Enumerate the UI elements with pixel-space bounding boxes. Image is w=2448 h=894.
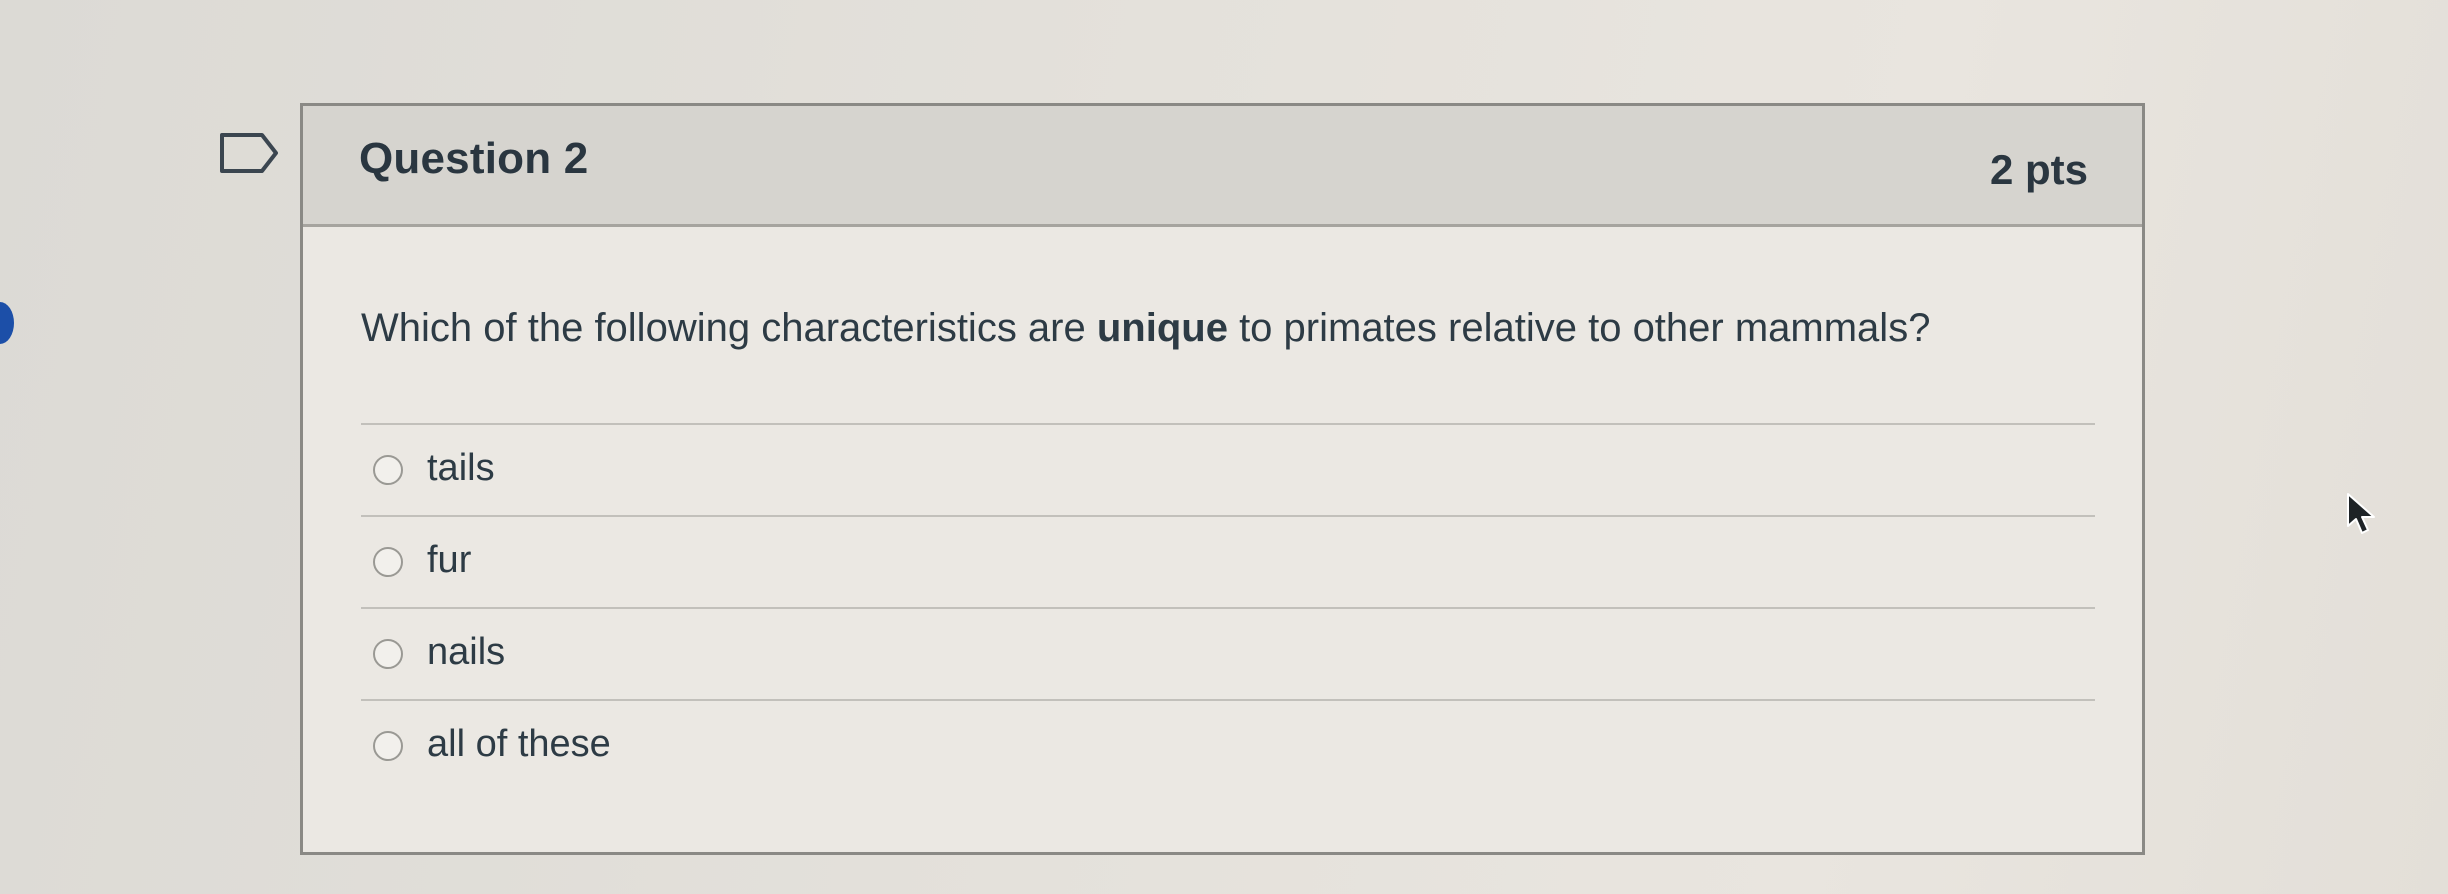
question-points: 2 pts bbox=[1989, 146, 2088, 193]
answer-option[interactable]: tails bbox=[361, 423, 2095, 515]
answer-label: all of these bbox=[427, 723, 611, 765]
radio-button-icon[interactable] bbox=[373, 731, 403, 761]
answer-label: tails bbox=[427, 447, 495, 489]
question-text-emphasis: unique bbox=[1096, 306, 1228, 350]
question-text-start: Which of the following characteristics a… bbox=[361, 306, 1097, 350]
left-edge-indicator bbox=[0, 302, 14, 344]
answer-label: fur bbox=[427, 539, 472, 581]
flag-question-icon[interactable] bbox=[218, 132, 280, 174]
answer-option[interactable]: all of these bbox=[361, 699, 2095, 791]
question-text: Which of the following characteristics a… bbox=[361, 306, 1930, 351]
answer-list: tails fur nails all of these bbox=[361, 423, 2095, 791]
question-card: Question 2 2 pts Which of the following … bbox=[300, 103, 2145, 855]
answer-option[interactable]: fur bbox=[361, 515, 2095, 607]
question-title: Question 2 bbox=[359, 134, 589, 183]
radio-button-icon[interactable] bbox=[373, 639, 403, 669]
answer-option[interactable]: nails bbox=[361, 607, 2095, 699]
mouse-pointer-icon bbox=[2347, 493, 2375, 534]
question-header: Question 2 2 pts bbox=[303, 106, 2142, 227]
radio-button-icon[interactable] bbox=[373, 547, 403, 577]
question-text-end: to primates relative to other mammals? bbox=[1227, 306, 1931, 350]
answer-label: nails bbox=[427, 631, 506, 673]
radio-button-icon[interactable] bbox=[373, 455, 403, 485]
